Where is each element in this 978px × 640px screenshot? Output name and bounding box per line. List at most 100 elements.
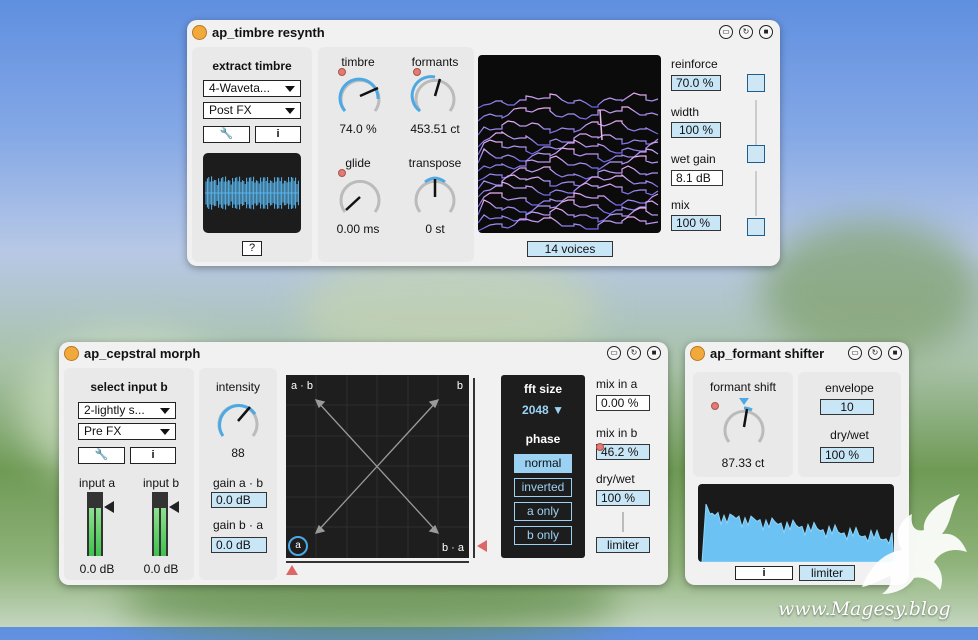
hotswap-icon[interactable]: ▭	[848, 346, 862, 360]
select-input-label: select input b	[90, 380, 168, 394]
device-on-toggle[interactable]	[690, 346, 705, 361]
xy-label-ab: a · b	[291, 380, 314, 392]
input-b-slider[interactable]	[169, 501, 179, 513]
timbre-knob[interactable]	[334, 69, 386, 119]
phase-label: phase	[525, 432, 561, 446]
voice-line	[478, 147, 659, 164]
voice-line	[478, 181, 659, 198]
phase-option-a-only[interactable]: a only	[514, 502, 572, 521]
divider	[755, 171, 757, 216]
info-button[interactable]: i	[130, 447, 176, 464]
glide-knob[interactable]	[334, 170, 386, 220]
wrench-button[interactable]: 🔧	[78, 447, 125, 464]
envelope-value[interactable]: 10	[820, 399, 874, 415]
input-a-label: input a	[78, 476, 116, 490]
mix-value[interactable]: 100 %	[671, 215, 721, 231]
save-icon[interactable]: ■	[888, 346, 902, 360]
transpose-knob[interactable]	[409, 170, 461, 220]
gain-ab-value[interactable]: 0.0 dB	[211, 492, 267, 508]
voice-line	[478, 106, 659, 122]
morph-xy-pad[interactable]: a · b b b · a a	[286, 375, 469, 558]
transpose-value: 0 st	[425, 222, 445, 236]
extract-label: extract timbre	[212, 59, 292, 73]
x-slider-track[interactable]	[286, 561, 469, 563]
device-on-toggle[interactable]	[64, 346, 79, 361]
dry-wet-value[interactable]: 100 %	[596, 490, 650, 506]
formants-label: formants	[411, 55, 459, 69]
intensity-panel: intensity 88 gain a · b 0.0 dB gain b · …	[199, 368, 277, 580]
tap-select-value: Post FX	[209, 103, 252, 117]
formants-knob[interactable]	[409, 69, 461, 119]
device-on-toggle[interactable]	[192, 25, 207, 40]
source-select[interactable]: 2-lightly s...	[78, 402, 176, 419]
phase-option-inverted[interactable]: inverted	[514, 478, 572, 497]
mix-in-b-value[interactable]: 46.2 %	[596, 444, 650, 460]
fft-size-label: fft size	[523, 382, 562, 396]
dry-wet-label: dry/wet	[830, 428, 869, 442]
xy-grid	[286, 375, 469, 558]
envelope-label: envelope	[825, 381, 874, 395]
chevron-down-icon	[285, 86, 295, 92]
tap-select[interactable]: Pre FX	[78, 423, 176, 440]
phase-option-normal[interactable]: normal	[514, 454, 572, 473]
list-view-icon[interactable]	[747, 218, 765, 236]
voice-line	[478, 92, 659, 109]
fft-phase-panel: fft size 2048 ▼ phase normal inverted a …	[501, 375, 585, 558]
voices-svg	[478, 92, 659, 232]
dry-wet-slider[interactable]	[622, 512, 624, 532]
extract-panel: extract timbre 4-Waveta... Post FX 🔧 i ?	[192, 47, 312, 262]
mix-in-a-value[interactable]: 0.00 %	[596, 395, 650, 411]
reset-icon[interactable]: ↻	[627, 346, 641, 360]
limiter-button[interactable]: limiter	[596, 537, 650, 553]
glide-value: 0.00 ms	[336, 222, 380, 236]
chevron-down-icon: ▼	[552, 403, 564, 417]
input-a-value: 0.0 dB	[79, 562, 115, 576]
formant-shift-knob[interactable]	[718, 400, 770, 450]
save-icon[interactable]: ■	[647, 346, 661, 360]
reinforce-value[interactable]: 70.0 %	[671, 75, 721, 91]
save-icon[interactable]: ■	[759, 25, 773, 39]
envelope-view-icon[interactable]	[747, 145, 765, 163]
gain-ba-value[interactable]: 0.0 dB	[211, 537, 267, 553]
xy-handle[interactable]: a	[288, 536, 308, 556]
input-b-value: 0.0 dB	[143, 562, 179, 576]
wrench-button[interactable]: 🔧	[203, 126, 250, 143]
voice-line	[478, 207, 658, 224]
modulation-dot	[596, 443, 604, 451]
info-button[interactable]: i	[255, 126, 301, 143]
hotswap-icon[interactable]: ▭	[719, 25, 733, 39]
x-slider-handle[interactable]	[286, 565, 298, 575]
input-panel: select input b 2-lightly s... Pre FX 🔧 i…	[64, 368, 194, 580]
gain-ba-label: gain b · a	[212, 518, 264, 532]
y-slider-handle[interactable]	[477, 540, 487, 552]
chevron-down-icon	[285, 108, 295, 114]
help-button[interactable]: ?	[242, 241, 262, 256]
intensity-value: 88	[231, 446, 245, 460]
voice-line	[478, 130, 659, 148]
width-label: width	[671, 105, 700, 119]
width-value[interactable]: 100 %	[671, 122, 721, 138]
source-select[interactable]: 4-Waveta...	[203, 80, 301, 97]
intensity-knob[interactable]	[212, 394, 264, 444]
fft-size-value: 2048	[522, 403, 549, 417]
formant-shift-value: 87.33 ct	[721, 456, 765, 470]
info-button[interactable]: i	[735, 566, 793, 580]
phase-option-b-only[interactable]: b only	[514, 526, 572, 545]
voices-view-icon[interactable]	[747, 74, 765, 92]
envelope-panel: envelope 10 dry/wet 100 %	[798, 372, 901, 477]
source-select-value: 4-Waveta...	[209, 81, 270, 95]
chevron-down-icon	[160, 429, 170, 435]
voices-count[interactable]: 14 voices	[527, 241, 613, 257]
y-slider-track[interactable]	[473, 378, 475, 558]
tap-select-value: Pre FX	[84, 424, 122, 438]
wet-gain-value[interactable]: 8.1 dB	[671, 170, 723, 186]
dry-wet-value[interactable]: 100 %	[820, 447, 874, 463]
reset-icon[interactable]: ↻	[739, 25, 753, 39]
fft-size-select[interactable]: 2048 ▼	[501, 403, 585, 417]
input-a-slider[interactable]	[104, 501, 114, 513]
hotswap-icon[interactable]: ▭	[607, 346, 621, 360]
formant-shift-label: formant shift	[709, 380, 777, 394]
dry-wet-label: dry/wet	[596, 472, 635, 486]
reset-icon[interactable]: ↻	[868, 346, 882, 360]
tap-select[interactable]: Post FX	[203, 102, 301, 119]
